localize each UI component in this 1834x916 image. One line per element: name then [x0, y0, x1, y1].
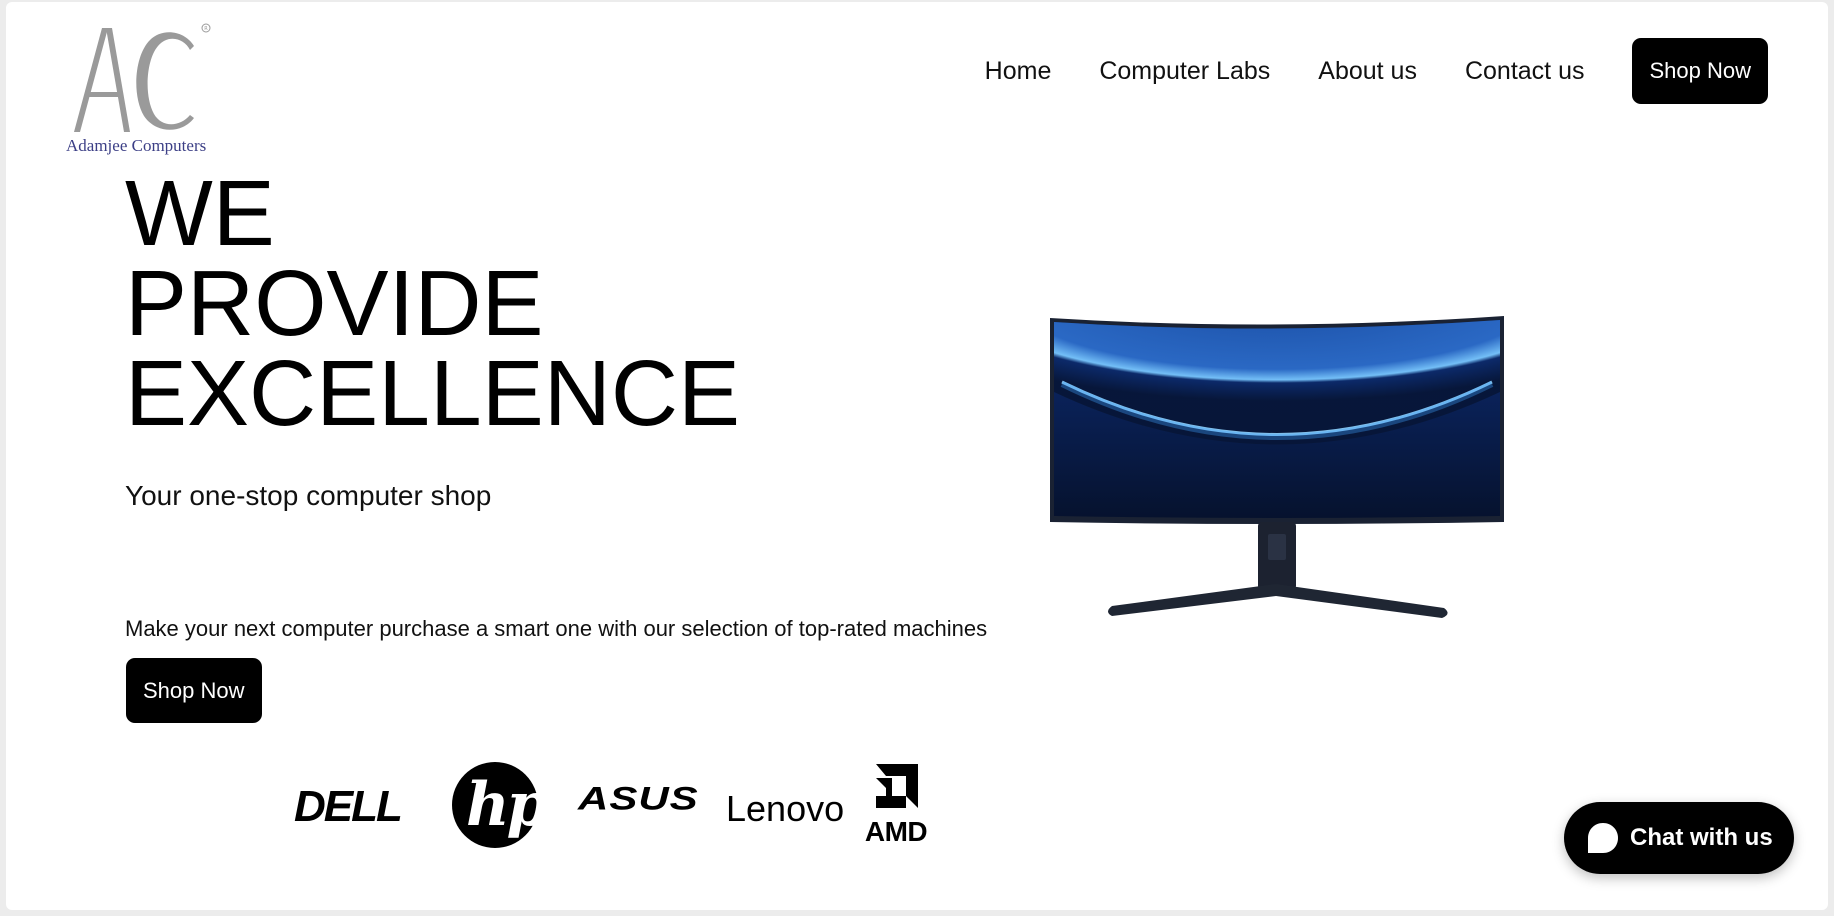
amd-logo-text: AMD: [864, 816, 928, 847]
nav-home[interactable]: Home: [985, 57, 1052, 86]
hero-title-line-2: PROVIDE: [125, 251, 544, 355]
chat-bubble-icon: [1588, 823, 1618, 853]
chat-widget-button[interactable]: Chat with us: [1564, 802, 1794, 874]
hero-title-line-3: EXCELLENCE: [125, 341, 741, 445]
asus-logo: ASUS: [578, 780, 699, 817]
dell-logo: DELL: [294, 782, 403, 831]
nav-computer-labs[interactable]: Computer Labs: [1099, 57, 1270, 86]
curved-monitor-image: [1042, 312, 1512, 622]
svg-text:R: R: [204, 26, 208, 32]
partner-logos: DELL hp ASUS Lenovo AMD: [286, 760, 986, 856]
amd-arrow-icon: [876, 764, 918, 808]
logo[interactable]: R Adamjee Computers: [66, 22, 226, 162]
hero-subtitle: Your one-stop computer shop: [125, 480, 492, 511]
nav-about-us[interactable]: About us: [1318, 57, 1417, 86]
ac-logo-mark: R: [74, 23, 211, 132]
page: R Adamjee Computers Home Computer Labs A…: [6, 2, 1828, 910]
nav-shop-now-button[interactable]: Shop Now: [1632, 38, 1768, 104]
lenovo-logo: Lenovo: [726, 788, 845, 829]
hero-shop-now-button[interactable]: Shop Now: [126, 658, 262, 723]
logo-caption: Adamjee Computers: [66, 136, 207, 155]
main-nav: Home Computer Labs About us Contact us S…: [985, 38, 1768, 104]
hero-title-line-1: WE: [125, 161, 275, 265]
nav-contact-us[interactable]: Contact us: [1465, 57, 1585, 86]
hp-logo-text: hp: [466, 770, 549, 840]
chat-label: Chat with us: [1630, 824, 1773, 851]
hero-description: Make your next computer purchase a smart…: [125, 616, 988, 641]
amd-logo: AMD: [856, 762, 936, 852]
hp-logo: hp: [452, 762, 549, 848]
hero-title: WE PROVIDE EXCELLENCE: [125, 161, 741, 445]
